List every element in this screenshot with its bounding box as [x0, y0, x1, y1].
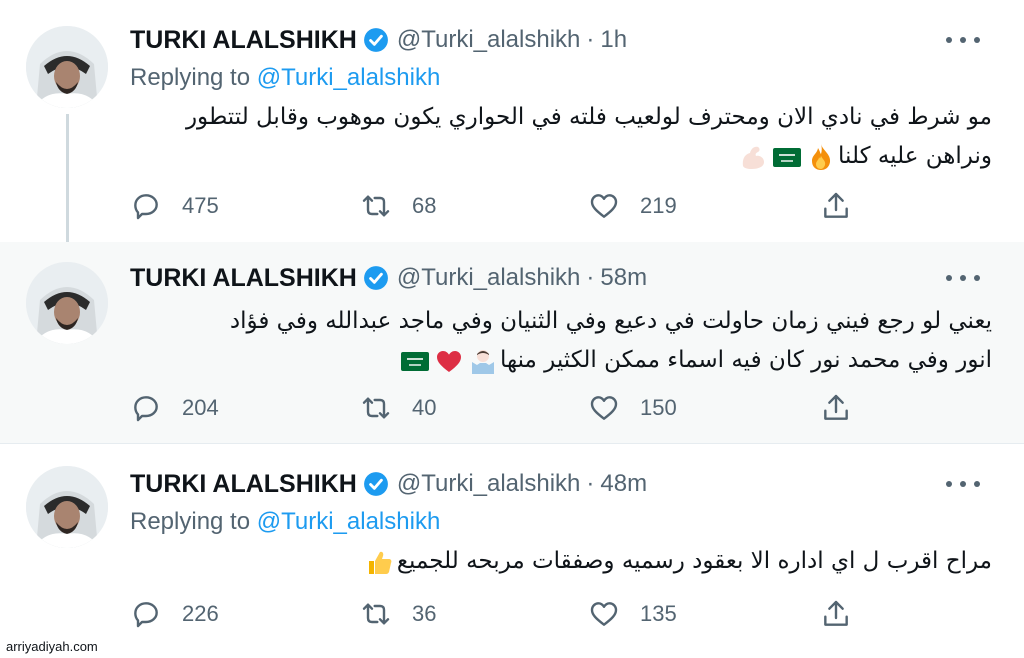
tweet-2[interactable]: TURKI ALALSHIKH @Turki_alalshikh · 58m ي… [0, 242, 1024, 444]
tweet-header: TURKI ALALSHIKH @Turki_alalshikh · 48m [130, 464, 647, 504]
verified-badge-icon [363, 471, 389, 497]
avatar-image [26, 466, 108, 548]
heart-icon [588, 190, 620, 222]
tweet-text-line: مو شرط في نادي الان ومحترف لولعيب فلته ف… [185, 104, 992, 130]
tweet-text-line: ونراهن عليه كلنا [130, 137, 992, 176]
like-count: 219 [640, 193, 677, 218]
reply-button[interactable]: 204 [130, 388, 219, 428]
more-icon[interactable] [946, 268, 980, 288]
retweet-count: 40 [412, 395, 437, 420]
tweet-text-segment: مراح اقرب ل اي اداره الا بعقود رسميه وصف… [396, 548, 992, 574]
author-name[interactable]: TURKI ALALSHIKH [130, 26, 357, 55]
reply-icon [130, 598, 162, 630]
replying-prefix: Replying to [130, 508, 251, 535]
tweet-3[interactable]: TURKI ALALSHIKH @Turki_alalshikh · 48m R… [0, 444, 1024, 658]
header-separator: · [586, 470, 595, 497]
retweet-icon [360, 190, 392, 222]
reply-button[interactable]: 226 [130, 594, 219, 634]
tweet-text-segment: ونراهن عليه كلنا [838, 143, 992, 169]
retweet-count: 68 [412, 193, 437, 218]
thumbs-up-emoji [365, 547, 395, 577]
tweet-actions: 226 36 135 [130, 594, 860, 634]
author-name[interactable]: TURKI ALALSHIKH [130, 264, 357, 293]
red-heart-emoji [434, 346, 464, 376]
like-button[interactable]: 219 [588, 186, 677, 226]
retweet-button[interactable]: 68 [360, 186, 436, 226]
thread-line [66, 114, 69, 254]
more-icon[interactable] [946, 30, 980, 50]
avatar[interactable] [26, 26, 108, 108]
heart-icon [588, 598, 620, 630]
verified-badge-icon [363, 265, 389, 291]
author-handle[interactable]: @Turki_alalshikh [397, 26, 581, 54]
tweet-actions: 475 68 219 [130, 186, 860, 226]
heart-icon [588, 392, 620, 424]
reply-icon [130, 392, 162, 424]
share-button[interactable] [820, 186, 852, 226]
author-handle[interactable]: @Turki_alalshikh [397, 264, 581, 292]
tweet-time[interactable]: 48m [600, 470, 647, 498]
tweet-text: مو شرط في نادي الان ومحترف لولعيب فلته ف… [130, 98, 992, 176]
share-icon [820, 392, 852, 424]
retweet-icon [360, 598, 392, 630]
verified-badge-icon [363, 27, 389, 53]
avatar-image [26, 262, 108, 344]
retweet-button[interactable]: 40 [360, 388, 436, 428]
fire-emoji [806, 142, 836, 172]
author-name[interactable]: TURKI ALALSHIKH [130, 470, 357, 499]
tweet-time[interactable]: 1h [600, 26, 627, 54]
retweet-count: 36 [412, 601, 437, 626]
saudi-flag-emoji [772, 142, 802, 172]
watermark: arriyadiyah.com [6, 639, 98, 654]
tweet-time[interactable]: 58m [600, 264, 647, 292]
like-count: 150 [640, 395, 677, 420]
more-icon[interactable] [946, 474, 980, 494]
header-separator: · [586, 264, 595, 291]
tweet-text: مراح اقرب ل اي اداره الا بعقود رسميه وصف… [130, 542, 992, 581]
header-separator: · [586, 26, 595, 53]
like-count: 135 [640, 601, 677, 626]
tweet-text-segment: انور وفي محمد نور كان فيه اسماء ممكن الك… [499, 347, 992, 373]
share-icon [820, 598, 852, 630]
like-button[interactable]: 135 [588, 594, 677, 634]
tweet-1[interactable]: TURKI ALALSHIKH @Turki_alalshikh · 1h Re… [0, 0, 1024, 254]
replying-to: Replying to @Turki_alalshikh [130, 508, 440, 536]
retweet-icon [360, 392, 392, 424]
reply-count: 204 [182, 395, 219, 420]
person-shrugging-emoji [468, 346, 498, 376]
replying-mention-link[interactable]: @Turki_alalshikh [257, 508, 441, 535]
reply-count: 226 [182, 601, 219, 626]
tweet-text-line: مراح اقرب ل اي اداره الا بعقود رسميه وصف… [130, 542, 992, 581]
saudi-flag-emoji [400, 346, 430, 376]
retweet-button[interactable]: 36 [360, 594, 436, 634]
reply-button[interactable]: 475 [130, 186, 219, 226]
reply-icon [130, 190, 162, 222]
tweet-text-line: يعني لو رجع فيني زمان حاولت في دعيع وفي … [229, 308, 992, 334]
flexed-biceps-emoji [738, 142, 768, 172]
tweet-actions: 204 40 150 [130, 388, 860, 428]
share-button[interactable] [820, 594, 852, 634]
like-button[interactable]: 150 [588, 388, 677, 428]
avatar[interactable] [26, 262, 108, 344]
author-handle[interactable]: @Turki_alalshikh [397, 470, 581, 498]
share-icon [820, 190, 852, 222]
reply-count: 475 [182, 193, 219, 218]
share-button[interactable] [820, 388, 852, 428]
replying-mention-link[interactable]: @Turki_alalshikh [257, 64, 441, 91]
avatar[interactable] [26, 466, 108, 548]
tweet-text: يعني لو رجع فيني زمان حاولت في دعيع وفي … [130, 302, 992, 380]
avatar-image [26, 26, 108, 108]
tweet-header: TURKI ALALSHIKH @Turki_alalshikh · 1h [130, 20, 627, 60]
replying-to: Replying to @Turki_alalshikh [130, 64, 440, 92]
replying-prefix: Replying to [130, 64, 251, 91]
tweet-header: TURKI ALALSHIKH @Turki_alalshikh · 58m [130, 258, 647, 298]
tweet-text-line: انور وفي محمد نور كان فيه اسماء ممكن الك… [130, 341, 992, 380]
